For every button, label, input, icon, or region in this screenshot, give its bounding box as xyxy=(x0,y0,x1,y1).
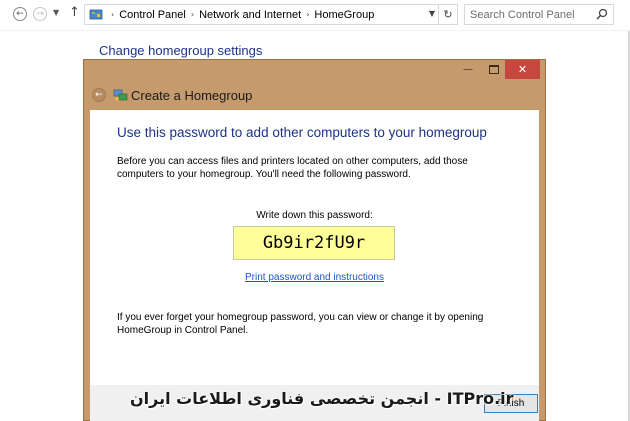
watermark-text: انجمن تخصصی فناوری اطلاعات ایران - ITPro… xyxy=(130,389,514,408)
password-display: Gb9ir2fU9r xyxy=(233,226,395,260)
explorer-toolbar: ← → ▼ ↑ › Control Panel › Network and In… xyxy=(0,0,630,30)
close-button[interactable]: ✕ xyxy=(505,60,540,79)
create-homegroup-dialog: — ✕ ← Create a Homegroup Use this passwo… xyxy=(83,59,546,421)
forget-password-note: If you ever forget your homegroup passwo… xyxy=(117,312,484,336)
dialog-back-button[interactable]: ← xyxy=(92,88,106,102)
back-arrow-icon: ← xyxy=(95,90,103,100)
search-placeholder: Search Control Panel xyxy=(470,8,575,21)
address-history-chevron-icon[interactable]: ▼ xyxy=(429,9,435,18)
address-bar[interactable]: › Control Panel › Network and Internet ›… xyxy=(84,4,458,25)
maximize-button[interactable] xyxy=(482,60,506,79)
control-panel-icon xyxy=(89,9,103,20)
recent-locations-chevron-icon[interactable]: ▼ xyxy=(53,8,59,17)
dialog-content: Use this password to add other computers… xyxy=(90,110,539,385)
search-icon[interactable] xyxy=(596,8,608,20)
breadcrumb-control-panel[interactable]: Control Panel xyxy=(119,9,186,21)
maximize-icon xyxy=(489,65,499,74)
background-page-title: Change homegroup settings xyxy=(99,43,263,58)
homegroup-icon xyxy=(113,89,128,101)
dialog-description: Before you can access files and printers… xyxy=(117,156,468,180)
dialog-heading: Use this password to add other computers… xyxy=(117,125,487,140)
breadcrumb-separator-icon[interactable]: › xyxy=(191,10,194,19)
back-arrow-icon: ← xyxy=(16,8,24,19)
print-password-link[interactable]: Print password and instructions xyxy=(90,272,539,283)
close-icon: ✕ xyxy=(517,63,528,76)
search-box[interactable]: Search Control Panel xyxy=(464,4,614,25)
breadcrumb-separator-icon[interactable]: › xyxy=(306,10,309,19)
refresh-icon[interactable]: ↻ xyxy=(438,5,457,24)
forward-button[interactable]: → xyxy=(33,7,47,21)
back-button[interactable]: ← xyxy=(13,7,27,21)
minimize-icon: — xyxy=(463,64,473,75)
forward-arrow-icon: → xyxy=(36,8,44,19)
breadcrumb-homegroup[interactable]: HomeGroup xyxy=(314,9,374,21)
password-label: Write down this password: xyxy=(256,210,373,221)
minimize-button[interactable]: — xyxy=(456,60,480,79)
toolbar-divider xyxy=(0,30,630,31)
dialog-title: Create a Homegroup xyxy=(131,88,253,103)
breadcrumb-network-and-internet[interactable]: Network and Internet xyxy=(199,9,301,21)
breadcrumb-separator-icon: › xyxy=(111,10,115,19)
up-arrow-icon[interactable]: ↑ xyxy=(69,5,80,20)
